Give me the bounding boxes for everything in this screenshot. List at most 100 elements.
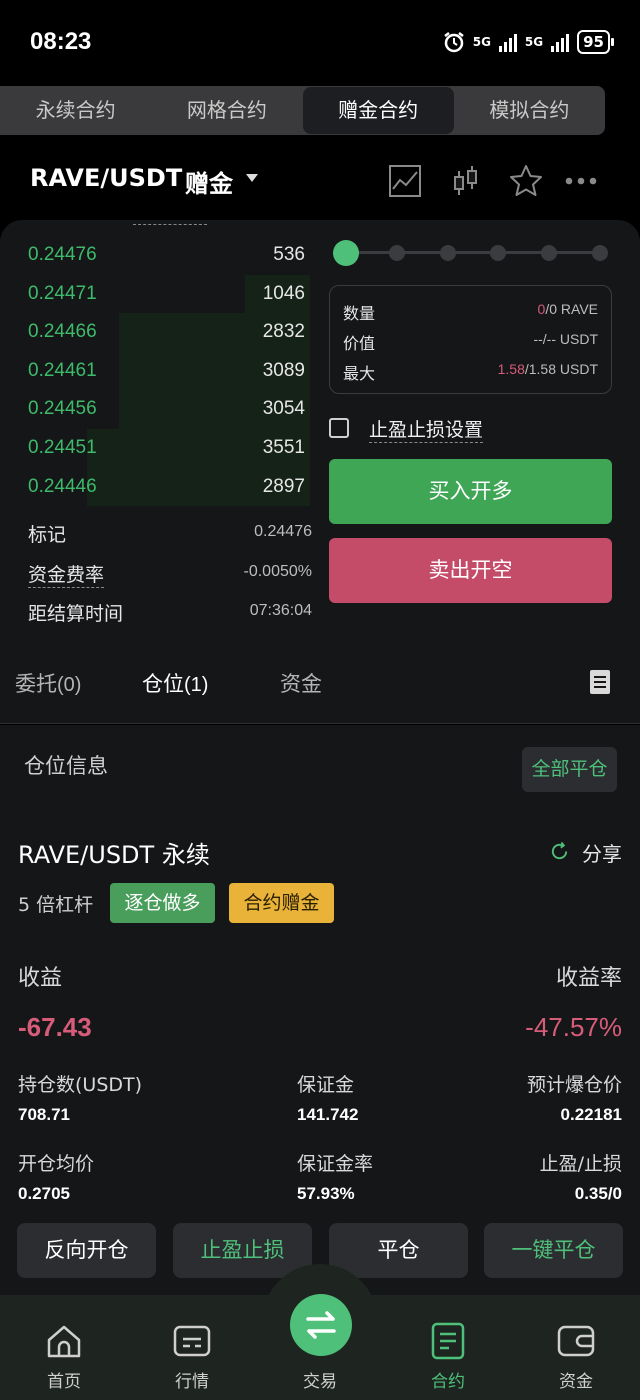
market-icon — [173, 1325, 211, 1357]
mark-price-value: 0.24476 — [254, 523, 312, 540]
slider-step[interactable] — [541, 245, 558, 261]
bonus-tag: 合约赠金 — [229, 883, 334, 923]
document-icon[interactable] — [590, 670, 610, 694]
entry-price-value: 0.2705 — [18, 1184, 70, 1203]
share-icon[interactable] — [549, 841, 570, 862]
bid-quantity: 3551 — [262, 436, 305, 458]
alarm-icon — [443, 32, 464, 53]
network-5g-label-2: 5G — [524, 35, 544, 49]
orderbook-row[interactable]: 0.24476 536 — [0, 236, 320, 275]
contract-icon — [431, 1322, 465, 1360]
leverage-slider[interactable] — [333, 238, 608, 268]
entry-price-label: 开仓均价 — [18, 1153, 95, 1175]
status-time: 08:23 — [30, 28, 92, 55]
slider-step[interactable] — [490, 245, 507, 261]
tab-funds[interactable]: 资金 — [280, 668, 322, 698]
share-button[interactable]: 分享 — [582, 838, 622, 867]
pair-bonus-label[interactable]: 赠金 — [185, 164, 233, 199]
tab-grid[interactable]: 网格合约 — [151, 86, 302, 135]
slider-track — [345, 251, 597, 254]
close-all-button[interactable]: 全部平仓 — [522, 747, 617, 792]
nav-assets[interactable]: 资金 — [512, 1295, 640, 1400]
orderbook-top-cut — [133, 220, 207, 226]
network-5g-label: 5G — [472, 35, 491, 49]
position-section: 仓位信息 全部平仓 RAVE/USDT 永续 分享 5 倍杠杆 逐仓做多 合约赠… — [0, 725, 640, 1295]
buy-long-button[interactable]: 买入开多 — [329, 459, 612, 524]
star-icon[interactable] — [508, 163, 544, 199]
caret-down-icon[interactable] — [246, 174, 258, 182]
nav-home[interactable]: 首页 — [0, 1295, 128, 1400]
tab-demo[interactable]: 模拟合约 — [454, 86, 605, 135]
nav-market[interactable]: 行情 — [128, 1295, 256, 1400]
funding-rate-value: -0.0050% — [243, 563, 313, 580]
signal-icon-2 — [551, 32, 570, 52]
orderbook-row[interactable]: 0.24451 3551 — [0, 428, 320, 468]
pair-selector[interactable]: RAVE/USDT — [30, 164, 182, 192]
leverage-text: 5 倍杠杆 — [18, 894, 94, 916]
bid-price: 0.24471 — [28, 282, 97, 304]
liq-price-value: 0.22181 — [560, 1105, 622, 1124]
tpsl-checkbox[interactable] — [329, 418, 349, 438]
nav-contract[interactable]: 合约 — [384, 1295, 512, 1400]
orderbook-row[interactable]: 0.24456 3054 — [0, 390, 320, 429]
close-position-button[interactable]: 平仓 — [329, 1223, 468, 1278]
status-icons: 5G 5G 95 — [443, 30, 614, 54]
home-icon — [47, 1325, 81, 1358]
bid-quantity: 3054 — [262, 398, 305, 420]
position-name: RAVE/USDT 永续 — [18, 841, 210, 869]
slider-step[interactable] — [592, 245, 608, 261]
orderbook-row[interactable]: 0.24466 2832 — [0, 313, 320, 352]
tpsl-settings-label[interactable]: 止盈止损设置 — [369, 415, 484, 443]
margin-mode-tag: 逐仓做多 — [110, 883, 215, 923]
position-size-value: 708.71 — [18, 1105, 70, 1124]
tab-perpetual[interactable]: 永续合约 — [0, 86, 151, 135]
mark-price-label: 标记 — [28, 524, 67, 546]
value-value: --/-- USDT — [533, 331, 598, 347]
nav-market-label: 行情 — [175, 1372, 209, 1392]
bid-quantity: 2832 — [262, 321, 305, 343]
margin-value: 141.742 — [297, 1105, 359, 1124]
tpsl-button[interactable]: 止盈止损 — [173, 1223, 312, 1278]
quantity-row: 数量 0/0 RAVE — [343, 300, 598, 323]
line-chart-icon[interactable] — [387, 163, 423, 199]
settlement-row: 距结算时间 07:36:04 — [28, 599, 312, 629]
quantity-label: 数量 — [343, 304, 376, 323]
settlement-label: 距结算时间 — [28, 603, 124, 625]
one-click-close-button[interactable]: 一键平仓 — [484, 1223, 623, 1278]
roe-label: 收益率 — [555, 966, 622, 991]
nav-home-label: 首页 — [47, 1372, 81, 1392]
slider-step[interactable] — [388, 245, 405, 261]
max-label: 最大 — [343, 364, 376, 383]
bid-price: 0.24476 — [28, 244, 97, 265]
bid-quantity: 536 — [273, 244, 305, 265]
battery-icon: 95 — [577, 30, 614, 54]
sell-short-button[interactable]: 卖出开空 — [329, 538, 612, 603]
liq-price-label: 预计爆仓价 — [526, 1074, 622, 1096]
slider-step[interactable] — [439, 245, 456, 261]
status-bar: 08:23 5G 5G 95 — [0, 0, 640, 86]
reverse-position-button[interactable]: 反向开仓 — [17, 1223, 156, 1278]
tab-bonus[interactable]: 赠金合约 — [302, 87, 454, 134]
nav-assets-label: 资金 — [559, 1372, 593, 1392]
nav-contract-label: 合约 — [431, 1372, 465, 1392]
margin-label: 保证金 — [297, 1074, 355, 1096]
position-info-title: 仓位信息 — [24, 754, 108, 778]
tab-orders[interactable]: 委托(0) — [15, 668, 81, 698]
tab-positions[interactable]: 仓位(1) — [142, 668, 208, 698]
bid-quantity: 2897 — [262, 475, 305, 497]
slider-knob[interactable] — [333, 240, 359, 266]
orderbook-row[interactable]: 0.24446 2897 — [0, 467, 320, 507]
bid-price: 0.24451 — [28, 436, 97, 458]
pnl-label: 收益 — [18, 966, 63, 991]
roe-value: -47.57% — [525, 1012, 622, 1042]
bid-price: 0.24446 — [28, 475, 97, 497]
orderbook-row[interactable]: 0.24471 1046 — [0, 274, 320, 314]
bid-price: 0.24456 — [28, 398, 97, 420]
trade-button[interactable] — [290, 1294, 352, 1356]
signal-icon — [498, 32, 517, 52]
more-icon[interactable] — [563, 163, 599, 199]
funding-rate-label[interactable]: 资金费率 — [28, 560, 105, 588]
orderbook-row[interactable]: 0.24461 3089 — [0, 351, 320, 391]
quantity-value: 0/0 RAVE — [537, 301, 598, 317]
candlestick-icon[interactable] — [448, 163, 484, 199]
